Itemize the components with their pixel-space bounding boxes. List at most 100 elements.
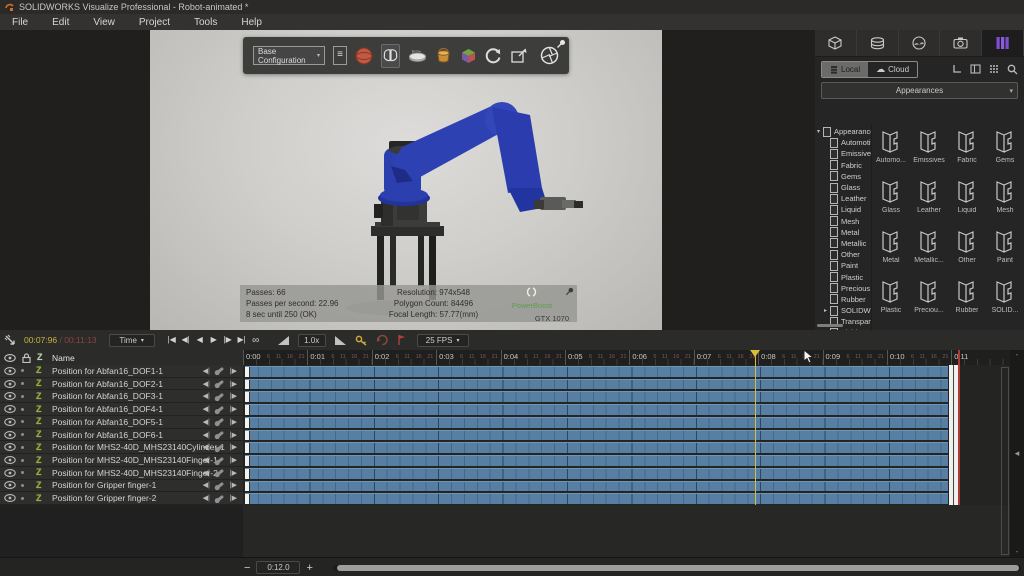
tree-item[interactable]: Gems <box>815 171 871 182</box>
lock-state-dot[interactable] <box>21 369 24 372</box>
tab-appearances[interactable] <box>857 30 899 56</box>
menu-item[interactable]: Edit <box>40 17 81 28</box>
library-folder[interactable]: Paint <box>986 226 1024 276</box>
source-cloud[interactable]: ☁ Cloud <box>868 62 917 77</box>
fps-dropdown[interactable]: 25 FPS ▾ <box>417 334 469 347</box>
animation-curve-icon[interactable]: Z <box>36 456 42 465</box>
configuration-dropdown[interactable]: Base Configuration ▾ <box>253 46 325 65</box>
keyframe-span-bar[interactable] <box>245 481 948 492</box>
library-folder[interactable]: Plastic <box>872 276 910 326</box>
keyframe-span-bar[interactable] <box>245 366 948 377</box>
vertical-scroll-rail[interactable] <box>1001 367 1009 555</box>
previous-keyframe-button[interactable]: ◀| <box>203 443 210 451</box>
previous-keyframe-button[interactable]: ◀| <box>203 367 210 375</box>
tree-item[interactable]: Plastic <box>815 271 871 282</box>
tree-item[interactable]: Automotive <box>815 137 871 148</box>
tree-item[interactable]: Paint <box>815 260 871 271</box>
tree-item[interactable]: Fabric <box>815 160 871 171</box>
lock-state-dot[interactable] <box>21 484 24 487</box>
playhead-marker[interactable] <box>755 350 756 505</box>
visibility-eye-icon[interactable] <box>4 405 16 413</box>
export-button[interactable] <box>510 45 528 67</box>
timeline-empty-area[interactable] <box>243 505 1010 557</box>
previous-keyframe-button[interactable]: ◀| <box>203 456 210 464</box>
loop-range-icon[interactable] <box>376 334 389 346</box>
configuration-menu-button[interactable]: ≡ <box>333 46 347 65</box>
tree-item[interactable]: Metallic <box>815 238 871 249</box>
visibility-eye-icon[interactable] <box>4 469 16 477</box>
animation-curve-icon[interactable]: Z <box>36 392 42 401</box>
library-folder[interactable]: Metal <box>872 226 910 276</box>
ruler-second-cell[interactable]: 0:00 6 11 16 21 <box>243 350 307 365</box>
tree-item[interactable]: Metal <box>815 227 871 238</box>
timeline-horizontal-scrollbar[interactable] <box>333 565 1021 571</box>
menu-item[interactable]: File <box>0 17 40 28</box>
tree-item[interactable]: ▸ SOLIDWORKS <box>815 305 871 316</box>
visibility-eye-icon[interactable] <box>4 431 16 439</box>
library-folder[interactable]: Liquid <box>948 176 986 226</box>
next-keyframe-button[interactable]: |▶ <box>230 405 237 413</box>
library-folder[interactable]: Automo... <box>872 126 910 176</box>
appearance-bucket-button[interactable] <box>435 45 452 67</box>
keyframe-span-bar[interactable] <box>245 391 948 402</box>
scrub-cursor-icon[interactable] <box>4 334 16 346</box>
keyframe-bar-row[interactable] <box>243 429 1010 442</box>
lock-state-dot[interactable] <box>21 497 24 500</box>
keyframe-key-icon[interactable] <box>216 380 224 387</box>
keyframe-key-icon[interactable] <box>216 495 224 502</box>
next-keyframe-button[interactable]: |▶ <box>230 367 237 375</box>
keyframe-span-bar[interactable] <box>245 430 948 441</box>
timeline-zoom-value-box[interactable]: 0:12.0 <box>256 561 300 574</box>
turntable-button[interactable] <box>408 45 427 67</box>
menu-item[interactable]: View <box>81 17 127 28</box>
keyframe-bar-row[interactable] <box>243 378 1010 391</box>
track-row[interactable]: Z Position for Abfan16_DOF5-1 ◀| |▶ <box>0 416 243 429</box>
keyframe-key-icon[interactable] <box>216 367 224 374</box>
keyframe-bar-row[interactable] <box>243 480 1010 493</box>
tree-item[interactable]: Rubber <box>815 294 871 305</box>
timeline-mode-dropdown[interactable]: Time ▾ <box>109 334 155 347</box>
visibility-eye-icon[interactable] <box>4 456 16 464</box>
next-keyframe-button[interactable]: |▶ <box>230 418 237 426</box>
visibility-column-icon[interactable] <box>4 354 16 362</box>
menu-item[interactable]: Tools <box>182 17 229 28</box>
tab-models[interactable] <box>815 30 857 56</box>
library-folder[interactable]: Preciou... <box>910 276 948 326</box>
track-row[interactable]: Z Position for Gripper finger-1 ◀| |▶ <box>0 480 243 493</box>
ruler-second-cell[interactable]: 0:03 6 11 16 21 <box>436 350 500 365</box>
animation-curve-icon[interactable]: Z <box>36 443 42 452</box>
reset-view-button[interactable] <box>485 45 502 67</box>
keyframe-key-icon[interactable] <box>216 405 224 412</box>
keyframe-key-icon[interactable] <box>216 469 224 476</box>
tree-item[interactable]: Precious <box>815 283 871 294</box>
visibility-eye-icon[interactable] <box>4 418 16 426</box>
track-row[interactable]: Z Position for MHS2-40D_MHS23140Finger-2… <box>0 467 243 480</box>
tree-item[interactable]: Glass <box>815 182 871 193</box>
library-folder[interactable]: Fabric <box>948 126 986 176</box>
zoom-in-button[interactable]: + <box>300 562 318 574</box>
next-keyframe-button[interactable]: |▶ <box>230 481 237 489</box>
track-row[interactable]: Z Position for Abfan16_DOF4-1 ◀| |▶ <box>0 403 243 416</box>
collapse-panel-arrow[interactable]: ◂ <box>1015 448 1020 459</box>
play-button[interactable]: ▶ <box>207 335 221 346</box>
visibility-eye-icon[interactable] <box>4 494 16 502</box>
timeline-ruler[interactable]: 0:00 6 11 16 21 0:01 6 11 16 21 0:02 6 1… <box>243 350 1010 366</box>
track-row[interactable]: Z Position for Abfan16_DOF1-1 ◀| |▶ <box>0 365 243 378</box>
visibility-eye-icon[interactable] <box>4 481 16 489</box>
keyframe-span-bar[interactable] <box>245 379 948 390</box>
keyframe-key-icon[interactable] <box>216 456 224 463</box>
next-keyframe-button[interactable]: |▶ <box>230 469 237 477</box>
library-folder[interactable]: Other <box>948 226 986 276</box>
track-row[interactable]: Z Position for Gripper finger-2 ◀| |▶ <box>0 492 243 505</box>
previous-keyframe-button[interactable]: ◀| <box>203 469 210 477</box>
menu-item[interactable]: Project <box>127 17 182 28</box>
ruler-second-cell[interactable]: 0:01 6 11 16 21 <box>307 350 371 365</box>
keyframe-key-icon[interactable] <box>216 418 224 425</box>
preview-render-button[interactable] <box>355 45 373 67</box>
keyframe-span-bar[interactable] <box>245 404 948 415</box>
zoom-out-button[interactable]: − <box>238 562 256 574</box>
animation-curve-icon[interactable]: Z <box>36 366 42 375</box>
keyframe-span-bar[interactable] <box>245 442 948 453</box>
keyframe-bar-row[interactable] <box>243 492 1010 505</box>
previous-keyframe-button[interactable]: ◀| <box>203 418 210 426</box>
